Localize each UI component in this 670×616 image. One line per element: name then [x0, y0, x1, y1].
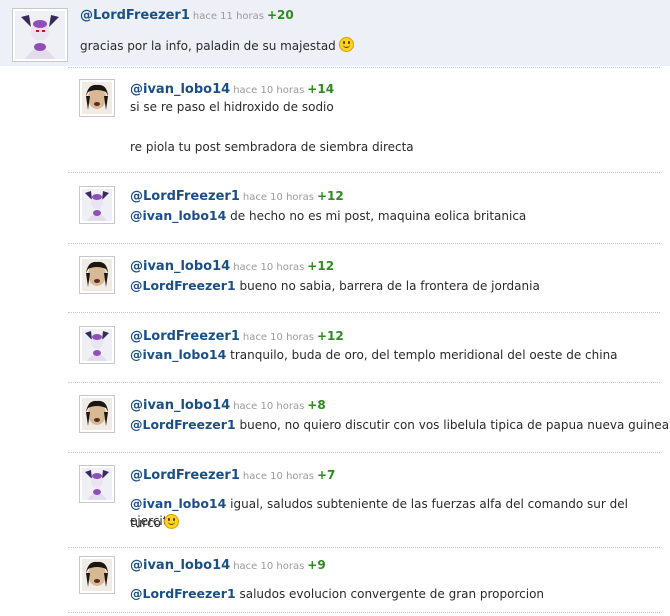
- mention-link[interactable]: @ivan_lobo14: [130, 347, 226, 362]
- divider: [68, 547, 660, 548]
- comment-body: bueno, no quiero discutir con vos libelu…: [239, 418, 670, 432]
- divider: [68, 67, 660, 68]
- vote-count: +12: [307, 259, 335, 273]
- avatar[interactable]: [79, 326, 115, 364]
- timestamp: hace 11 horas: [192, 11, 264, 22]
- username-link[interactable]: @ivan_lobo14: [130, 398, 230, 413]
- ivan-avatar-image: [82, 259, 112, 291]
- comment-header: @ivan_lobo14 hace 10 horas +9: [130, 556, 326, 575]
- comment-header: @ivan_lobo14 hace 10 horas +12: [130, 257, 334, 276]
- frieza-avatar-image: [15, 11, 65, 59]
- vote-count: +8: [307, 398, 326, 412]
- divider: [68, 612, 660, 613]
- timestamp: hace 10 horas: [242, 471, 314, 482]
- comment-body: gracias por la info, paladin de su majes…: [80, 39, 336, 53]
- vote-count: +9: [307, 558, 326, 572]
- comment-text: @ivan_lobo14 igual, saludos subteniente …: [130, 495, 660, 530]
- vote-count: +20: [266, 8, 294, 22]
- comment-body-line2: turco: [130, 516, 161, 530]
- comment-header: @ivan_lobo14 hace 10 horas +8: [130, 396, 326, 415]
- username-link[interactable]: @LordFreezer1: [130, 189, 240, 204]
- vote-count: +14: [307, 82, 335, 96]
- vote-count: +12: [316, 329, 344, 343]
- timestamp: hace 10 horas: [242, 332, 314, 343]
- comment-header: @LordFreezer1 hace 10 horas +12: [130, 327, 344, 346]
- avatar[interactable]: [79, 556, 115, 594]
- comment-text: @LordFreezer1 bueno, no quiero discutir …: [130, 416, 669, 434]
- comment-text: @LordFreezer1 saludos evolucion converge…: [130, 585, 544, 603]
- comment-body: si se re paso el hidroxido de sodio: [130, 100, 334, 114]
- comment-text: gracias por la info, paladin de su majes…: [80, 37, 354, 55]
- smiley-icon: [163, 514, 179, 529]
- username-link[interactable]: @ivan_lobo14: [130, 82, 230, 97]
- username-link[interactable]: @ivan_lobo14: [130, 259, 230, 274]
- timestamp: hace 10 horas: [233, 85, 305, 96]
- comment-header: @ivan_lobo14 hace 10 horas +14: [130, 80, 334, 99]
- comment-header: @LordFreezer1 hace 10 horas +7: [130, 466, 335, 485]
- ivan-avatar-image: [82, 398, 112, 430]
- divider: [68, 172, 660, 173]
- username-link[interactable]: @LordFreezer1: [80, 8, 190, 23]
- comment-body: saludos evolucion convergente de gran pr…: [239, 587, 545, 601]
- avatar[interactable]: [79, 256, 115, 294]
- comment-header: @LordFreezer1 hace 11 horas +20: [80, 6, 294, 25]
- ivan-avatar-image: [82, 82, 112, 114]
- divider: [68, 243, 660, 244]
- username-link[interactable]: @ivan_lobo14: [130, 558, 230, 573]
- mention-link[interactable]: @LordFreezer1: [130, 278, 236, 293]
- mention-link[interactable]: @ivan_lobo14: [130, 208, 226, 223]
- comment-body: tranquilo, buda de oro, del templo merid…: [230, 348, 618, 362]
- vote-count: +7: [316, 468, 336, 482]
- divider: [68, 452, 660, 453]
- frieza-avatar-image: [82, 329, 112, 361]
- username-link[interactable]: @LordFreezer1: [130, 468, 240, 483]
- timestamp: hace 10 horas: [242, 192, 314, 203]
- smiley-icon: [338, 37, 354, 52]
- comment-text: @ivan_lobo14 de hecho no es mi post, maq…: [130, 207, 526, 225]
- ivan-avatar-image: [82, 559, 112, 591]
- mention-link[interactable]: @LordFreezer1: [130, 417, 236, 432]
- comment-header: @LordFreezer1 hace 10 horas +12: [130, 187, 344, 206]
- avatar[interactable]: [79, 395, 115, 433]
- comment-text: @LordFreezer1 bueno no sabia, barrera de…: [130, 277, 540, 295]
- timestamp: hace 10 horas: [233, 262, 305, 273]
- comment-body-line2: re piola tu post sembradora de siembra d…: [130, 140, 414, 154]
- avatar[interactable]: [12, 8, 68, 62]
- comment-body: de hecho no es mi post, maquina eolica b…: [230, 209, 527, 223]
- avatar[interactable]: [79, 465, 115, 503]
- username-link[interactable]: @LordFreezer1: [130, 329, 240, 344]
- avatar[interactable]: [79, 79, 115, 117]
- timestamp: hace 10 horas: [233, 561, 305, 572]
- frieza-avatar-image: [82, 189, 112, 221]
- mention-link[interactable]: @LordFreezer1: [130, 586, 236, 601]
- divider: [68, 312, 660, 313]
- avatar[interactable]: [79, 186, 115, 224]
- timestamp: hace 10 horas: [233, 401, 305, 412]
- comment-text-line2: turco: [130, 514, 179, 532]
- mention-link[interactable]: @ivan_lobo14: [130, 496, 226, 511]
- comment-text: @ivan_lobo14 tranquilo, buda de oro, del…: [130, 346, 618, 364]
- frieza-avatar-image: [82, 468, 112, 500]
- vote-count: +12: [316, 189, 344, 203]
- divider: [68, 382, 660, 383]
- comment-body: bueno no sabia, barrera de la frontera d…: [239, 279, 540, 293]
